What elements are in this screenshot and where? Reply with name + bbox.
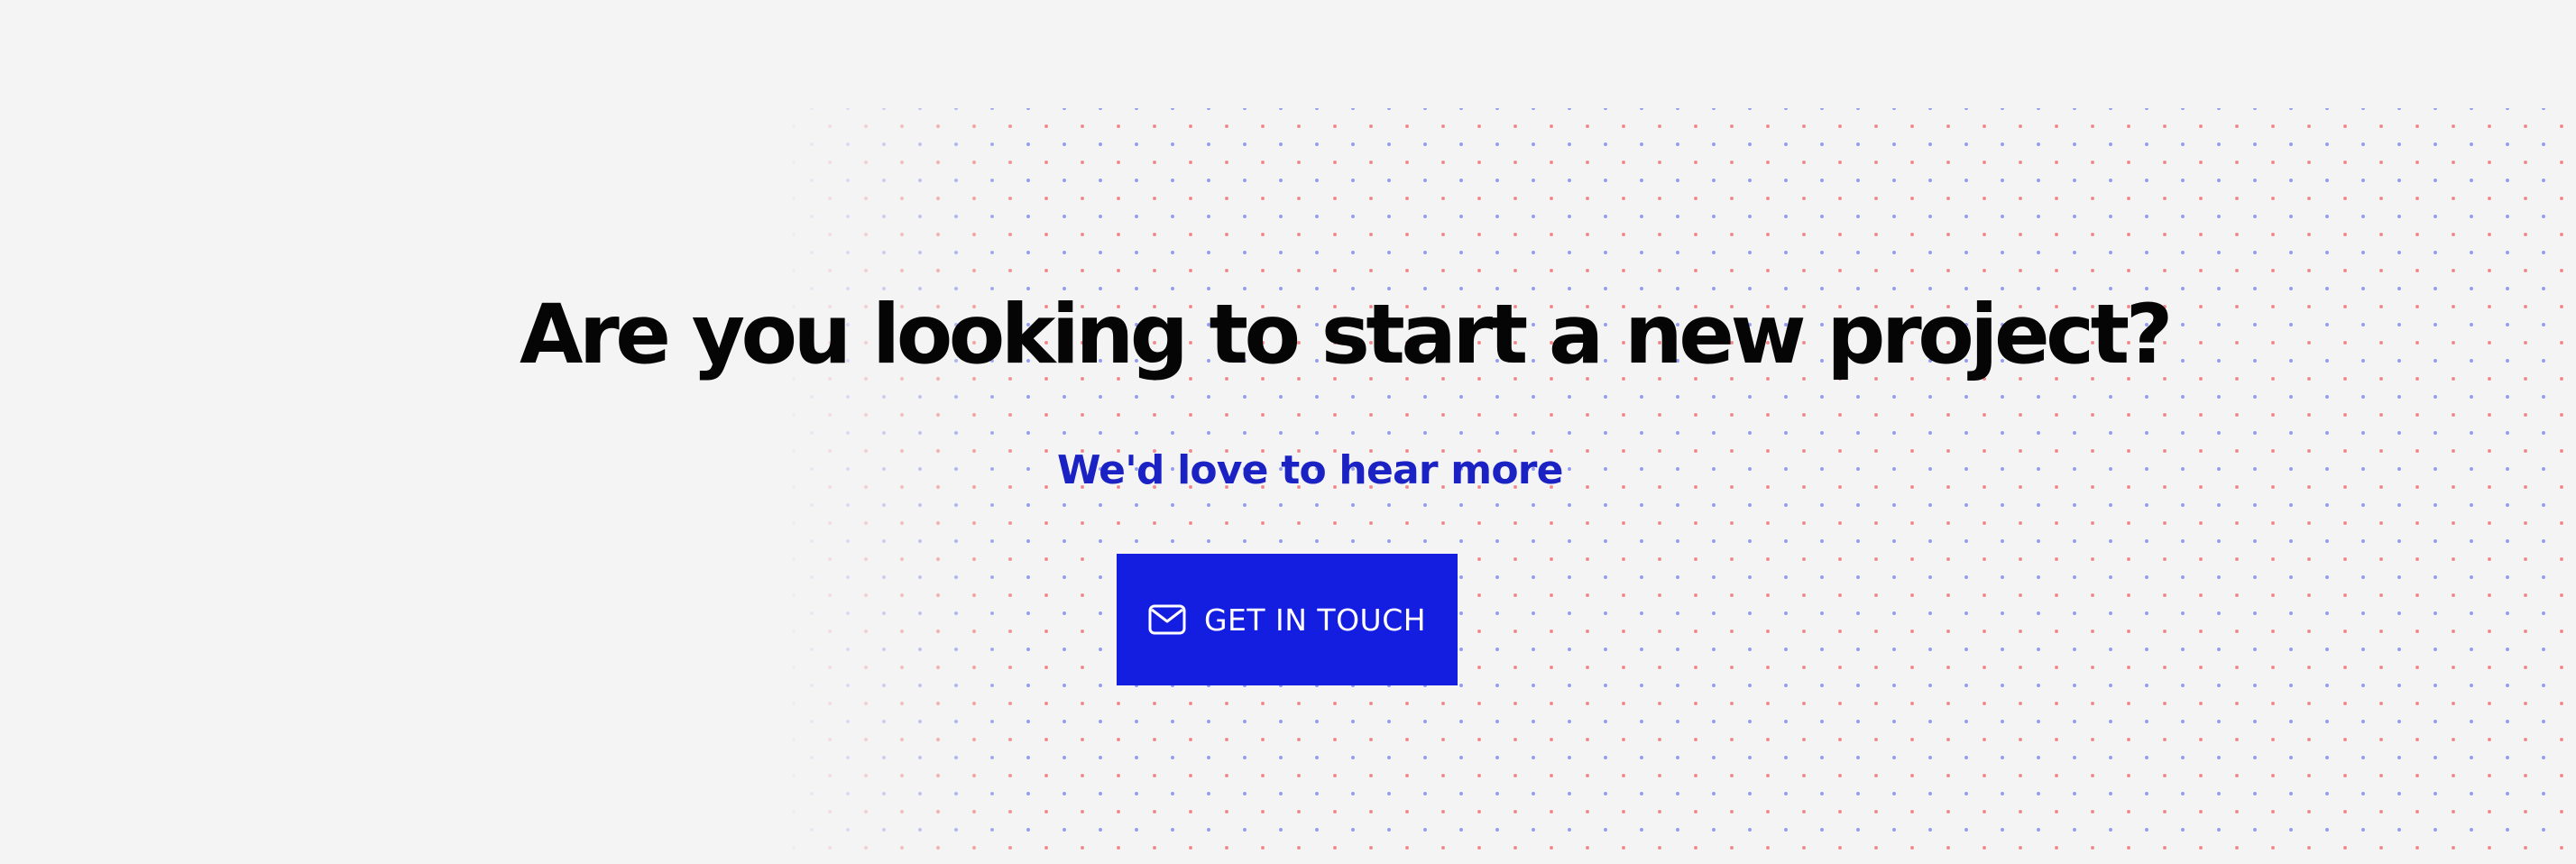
get-in-touch-label: GET IN TOUCH bbox=[1203, 602, 1427, 638]
get-in-touch-button[interactable]: GET IN TOUCH bbox=[1117, 554, 1458, 685]
cta-subheading: We'd love to hear more bbox=[1057, 447, 1564, 493]
mail-icon bbox=[1148, 604, 1186, 635]
cta-section: Are you looking to start a new project? … bbox=[0, 0, 2576, 864]
page-title: Are you looking to start a new project? bbox=[520, 288, 2173, 382]
